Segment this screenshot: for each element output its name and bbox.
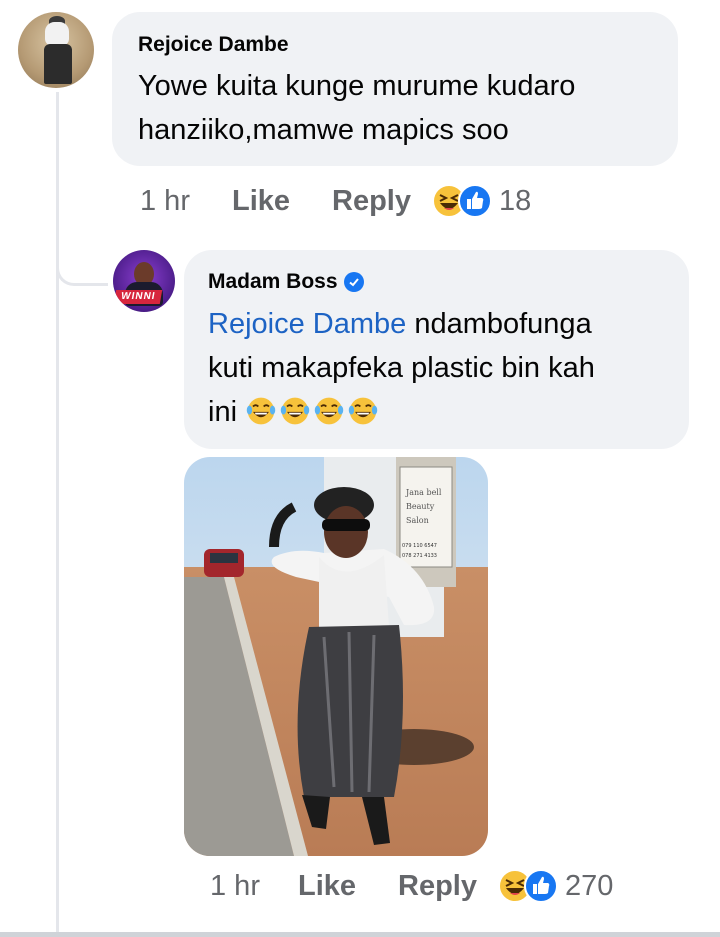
tears-of-joy-icon	[348, 397, 378, 425]
reply-author[interactable]: Madam Boss	[208, 269, 689, 295]
photo-illustration: Jana bell Beauty Salon 079 110 6547 078 …	[184, 457, 488, 856]
like-thumb-icon	[524, 869, 558, 903]
like-button[interactable]: Like	[232, 185, 290, 218]
thread-line	[56, 92, 59, 937]
comment-actions: 1 hr Like Reply 18	[140, 183, 531, 219]
sign-line-5: 078 271 4133	[402, 553, 437, 559]
reply-text-line1: Rejoice Dambe ndambofunga	[208, 302, 689, 346]
avatar-figure-skirt	[44, 44, 72, 84]
reply-actions: 1 hr Like Reply 270	[210, 868, 613, 904]
tears-of-joy-icon	[280, 397, 310, 425]
reply-text-line2: kuti makapfeka plastic bin kah	[208, 352, 595, 384]
sign-line-3: Salon	[406, 516, 429, 525]
reply-reaction-count[interactable]: 270	[565, 870, 613, 903]
reply-photo[interactable]: Jana bell Beauty Salon 079 110 6547 078 …	[184, 457, 488, 856]
reply-reply-button[interactable]: Reply	[398, 870, 477, 903]
comment-text-line1: Yowe kuita kunge murume kudaro	[138, 70, 576, 102]
like-thumb-icon	[458, 184, 492, 218]
tears-of-joy-icon	[246, 397, 276, 425]
mention-link[interactable]: Rejoice Dambe	[208, 308, 406, 340]
reply-text-ini: ini	[208, 396, 238, 428]
comment-time[interactable]: 1 hr	[140, 185, 190, 218]
reply-button[interactable]: Reply	[332, 185, 411, 218]
verified-badge-icon	[343, 272, 364, 292]
reply-like-button[interactable]: Like	[298, 870, 356, 903]
emoji-group	[245, 396, 381, 428]
tears-of-joy-icon	[314, 397, 344, 425]
reply-text-line3: ini	[208, 390, 689, 434]
comment-author[interactable]: Rejoice Dambe	[138, 32, 678, 58]
comment-bubble: Rejoice Dambe Yowe kuita kunge murume ku…	[112, 12, 678, 166]
avatar-figure-top	[45, 22, 69, 46]
comment-author-name[interactable]: Rejoice Dambe	[138, 32, 289, 58]
reply-text-part1: ndambofunga	[406, 308, 592, 340]
reply-connector	[56, 232, 108, 286]
avatar-madam-boss[interactable]: WINNI	[113, 250, 175, 312]
reply-bubble: Madam Boss Rejoice Dambe ndambofunga kut…	[184, 250, 689, 449]
reply-text: Rejoice Dambe ndambofunga kuti makapfeka…	[208, 302, 689, 434]
reply-time[interactable]: 1 hr	[210, 870, 260, 903]
reaction-count[interactable]: 18	[499, 185, 531, 218]
reaction-icons[interactable]	[431, 183, 493, 219]
reply-author-name[interactable]: Madam Boss	[208, 269, 338, 295]
sign-line-2: Beauty	[406, 502, 435, 511]
comment-text-line2: hanziiko,mamwe mapics soo	[138, 114, 509, 146]
reply-reaction-icons[interactable]	[497, 868, 559, 904]
comment-text: Yowe kuita kunge murume kudaro hanziiko,…	[138, 64, 678, 152]
sign-line-1: Jana bell	[405, 488, 442, 497]
sign-line-4: 079 110 6547	[402, 543, 437, 549]
bottom-divider	[0, 932, 720, 937]
avatar-rejoice-dambe[interactable]	[18, 12, 94, 88]
avatar-banner-text: WINNI	[113, 290, 163, 304]
